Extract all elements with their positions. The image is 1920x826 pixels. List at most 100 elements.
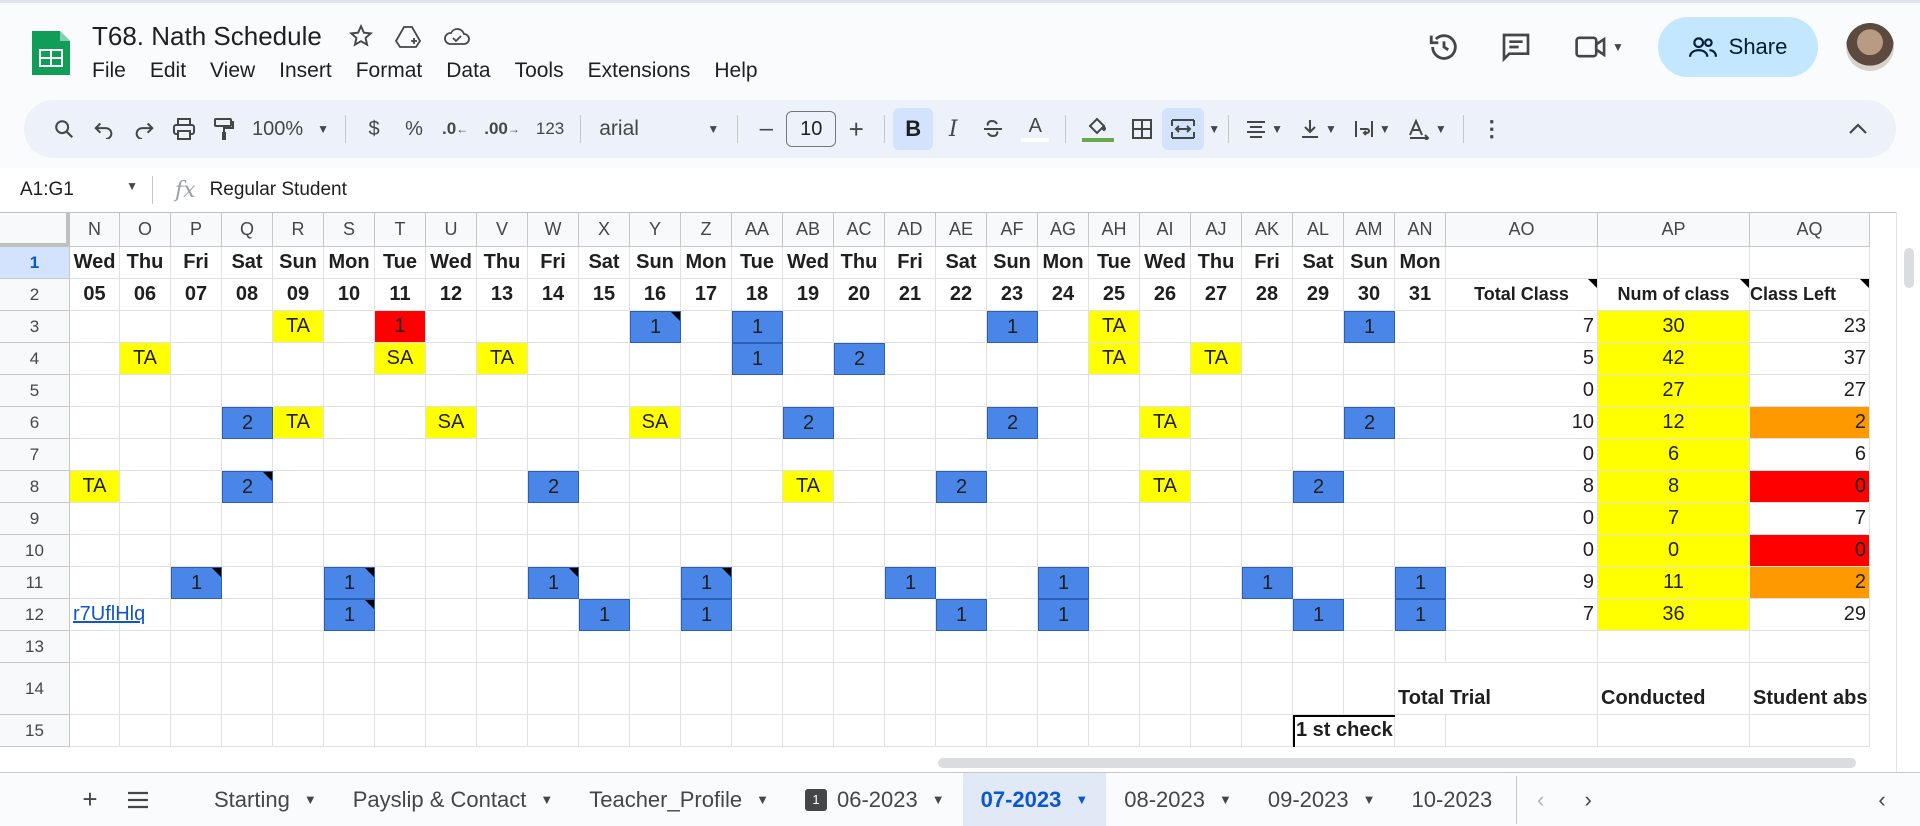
cell[interactable] (1395, 311, 1446, 343)
cell[interactable] (222, 715, 273, 747)
increase-decimal-button[interactable]: .00 → (476, 108, 528, 150)
cell[interactable] (885, 439, 936, 471)
row-header-11[interactable]: 11 (0, 567, 70, 599)
cell[interactable] (477, 715, 528, 747)
day-cell[interactable]: Tue (732, 247, 783, 279)
cell[interactable] (987, 599, 1038, 631)
column-header-ap[interactable]: AP (1598, 213, 1750, 247)
cell[interactable] (1242, 535, 1293, 567)
cell[interactable] (630, 535, 681, 567)
day-cell[interactable]: Sun (630, 247, 681, 279)
cell[interactable] (70, 567, 120, 599)
cell[interactable] (1191, 567, 1242, 599)
menu-tools[interactable]: Tools (503, 57, 576, 85)
cell[interactable] (222, 343, 273, 375)
date-cell[interactable]: 18 (732, 279, 783, 311)
cell[interactable] (477, 407, 528, 439)
cell[interactable] (1344, 631, 1395, 663)
cell[interactable] (1750, 715, 1870, 747)
schedule-cell[interactable]: 1 (579, 599, 630, 631)
total-class-cell[interactable]: 7 (1446, 311, 1598, 343)
cell[interactable] (1140, 599, 1191, 631)
cell[interactable] (1038, 311, 1089, 343)
cell[interactable] (1038, 407, 1089, 439)
cell[interactable] (1598, 247, 1750, 279)
date-cell[interactable]: 26 (1140, 279, 1191, 311)
cell[interactable] (1750, 631, 1870, 663)
cell[interactable] (732, 663, 783, 715)
zoom-select[interactable]: 100% ▼ (244, 118, 337, 141)
cell[interactable] (324, 471, 375, 503)
day-cell[interactable]: Sat (579, 247, 630, 279)
cloud-saved-icon[interactable] (440, 19, 474, 53)
summary-header[interactable]: Class Left (1750, 279, 1870, 311)
cell[interactable] (477, 471, 528, 503)
cell[interactable] (324, 311, 375, 343)
cell[interactable] (375, 375, 426, 407)
cell[interactable] (885, 663, 936, 715)
cell[interactable] (120, 567, 171, 599)
cell[interactable] (783, 631, 834, 663)
cell[interactable] (1191, 375, 1242, 407)
cell[interactable] (70, 343, 120, 375)
day-cell[interactable]: Wed (783, 247, 834, 279)
day-cell[interactable]: Sun (1344, 247, 1395, 279)
cell[interactable] (783, 375, 834, 407)
total-class-cell[interactable]: 0 (1446, 375, 1598, 407)
cell[interactable] (987, 471, 1038, 503)
chevron-down-icon[interactable]: ▼ (756, 792, 769, 807)
cell[interactable] (834, 535, 885, 567)
cell[interactable] (222, 567, 273, 599)
date-cell[interactable]: 15 (579, 279, 630, 311)
column-header-ag[interactable]: AG (1038, 213, 1089, 247)
cell[interactable] (222, 663, 273, 715)
cell[interactable] (1038, 715, 1089, 747)
cell[interactable] (834, 471, 885, 503)
cell[interactable] (1242, 375, 1293, 407)
cell[interactable] (885, 343, 936, 375)
more-options-icon[interactable]: ⋮ (1472, 108, 1512, 150)
cell[interactable] (732, 599, 783, 631)
sheet-tab-06-2023[interactable]: 1 06-2023 ▼ (787, 773, 963, 826)
cell[interactable] (579, 535, 630, 567)
cell[interactable] (273, 439, 324, 471)
cell[interactable] (1191, 503, 1242, 535)
cell[interactable] (171, 375, 222, 407)
cell[interactable] (1293, 535, 1344, 567)
schedule-cell[interactable]: 2 (222, 407, 273, 439)
date-cell[interactable]: 24 (1038, 279, 1089, 311)
schedule-cell[interactable]: 1 (987, 311, 1038, 343)
day-cell[interactable]: Fri (1242, 247, 1293, 279)
cell[interactable] (120, 471, 171, 503)
cell[interactable] (1191, 663, 1242, 715)
schedule-cell[interactable]: 1 (1038, 567, 1089, 599)
cell[interactable] (1038, 343, 1089, 375)
cell[interactable] (1191, 439, 1242, 471)
cell[interactable] (1344, 663, 1395, 715)
row-header-7[interactable]: 7 (0, 439, 70, 471)
borders-icon[interactable] (1122, 108, 1162, 150)
cell[interactable] (1242, 631, 1293, 663)
text-color-button[interactable]: A (1013, 108, 1057, 150)
cell[interactable] (1242, 343, 1293, 375)
row-header-10[interactable]: 10 (0, 535, 70, 567)
vertical-scrollbar[interactable] (1896, 212, 1920, 772)
column-header-ao[interactable]: AO (1446, 213, 1598, 247)
sheet-tab-09-2023[interactable]: 09-2023 ▼ (1250, 773, 1394, 826)
cell[interactable] (579, 503, 630, 535)
text-rotation-icon[interactable]: ▼ (1399, 108, 1455, 150)
column-header-ad[interactable]: AD (885, 213, 936, 247)
paint-format-icon[interactable] (204, 108, 244, 150)
cell[interactable] (477, 663, 528, 715)
day-cell[interactable]: Thu (1191, 247, 1242, 279)
date-cell[interactable]: 16 (630, 279, 681, 311)
sheet-tab-teacher-profile[interactable]: Teacher_Profile ▼ (571, 773, 787, 826)
schedule-cell[interactable]: 1 (528, 567, 579, 599)
cell[interactable] (1038, 631, 1089, 663)
cell[interactable] (477, 311, 528, 343)
column-header-ah[interactable]: AH (1089, 213, 1140, 247)
cell[interactable] (1293, 375, 1344, 407)
cell[interactable] (885, 631, 936, 663)
cell[interactable] (273, 375, 324, 407)
column-header-v[interactable]: V (477, 213, 528, 247)
